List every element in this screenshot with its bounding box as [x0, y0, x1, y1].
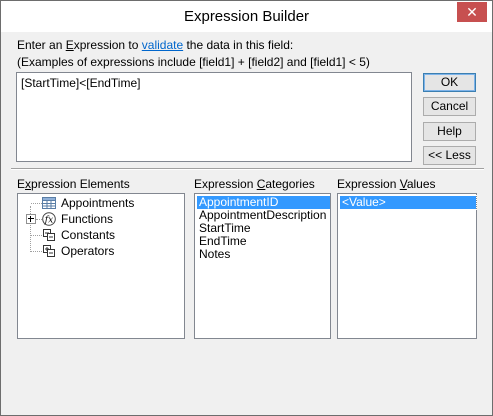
label-accel: V [399, 177, 407, 191]
tree-item-functions[interactable]: fx Functions [18, 211, 178, 227]
operators-icon [43, 245, 55, 257]
expression-input[interactable]: [StartTime]<[EndTime] [16, 72, 412, 162]
expand-icon[interactable] [26, 214, 36, 224]
tree-item-constants[interactable]: Constants [18, 227, 178, 243]
instruction-text: the data in this field: [183, 38, 294, 52]
function-icon: fx [42, 212, 56, 226]
divider [11, 168, 484, 170]
tree-item-label: Functions [61, 212, 114, 226]
tree-item-operators[interactable]: Operators [18, 243, 178, 259]
elements-tree[interactable]: Appointments fx Functions Constants Oper… [17, 193, 185, 339]
label-text: E [17, 177, 26, 191]
tree-item-label: Operators [61, 244, 115, 258]
instruction-line-1: Enter an Expression to validate the data… [17, 38, 293, 52]
tree-line [31, 235, 42, 236]
elements-label: Expression Elements [17, 177, 130, 191]
validate-link[interactable]: validate [142, 38, 183, 52]
tree-item-label: Constants [61, 228, 116, 242]
instruction-text: Enter an [17, 38, 66, 52]
label-text: pression Elements [31, 177, 130, 191]
instruction-text: xpression to [73, 38, 142, 52]
help-button[interactable]: Help [423, 122, 476, 141]
close-icon: ✕ [466, 4, 478, 20]
instruction-accel: E [65, 38, 74, 52]
label-text: alues [406, 177, 436, 191]
instruction-line-2: (Examples of expressions include [field1… [17, 55, 370, 69]
tree-item-appointments[interactable]: Appointments [18, 195, 178, 211]
expression-builder-dialog: Expression Builder ✕ Enter an Expression… [0, 0, 493, 416]
table-icon [42, 197, 56, 209]
values-list[interactable]: <Value> [337, 193, 477, 339]
dialog-title: Expression Builder [183, 8, 310, 25]
label-text: Expression [337, 177, 400, 191]
categories-list[interactable]: AppointmentID AppointmentDescription Sta… [194, 193, 331, 339]
values-label: Expression Values [337, 177, 436, 191]
title-bar[interactable]: Expression Builder ✕ [1, 1, 492, 32]
cancel-button[interactable]: Cancel [423, 97, 476, 116]
label-text: ategories [265, 177, 315, 191]
list-item[interactable]: <Value> [339, 195, 477, 210]
svg-text:fx: fx [44, 216, 53, 226]
tree-item-label: Appointments [61, 196, 135, 210]
categories-label: Expression Categories [194, 177, 315, 191]
ok-button[interactable]: OK [423, 73, 476, 92]
tree-line [31, 203, 42, 204]
close-button[interactable]: ✕ [457, 2, 487, 22]
constants-icon [43, 229, 55, 241]
tree-line [31, 251, 42, 252]
list-item[interactable]: Notes [197, 248, 232, 261]
less-button[interactable]: << Less [423, 146, 476, 165]
label-text: Expression [194, 177, 257, 191]
